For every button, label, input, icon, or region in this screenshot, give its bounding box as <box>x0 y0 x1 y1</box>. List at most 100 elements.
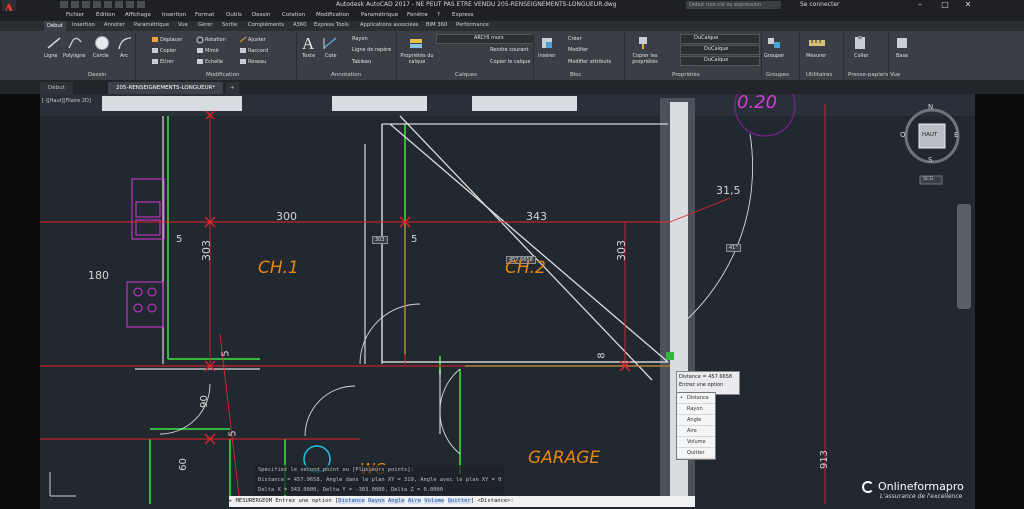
new-tab-icon[interactable]: + <box>226 82 239 94</box>
tab-sortie[interactable]: Sortie <box>222 22 237 28</box>
viewcube-face[interactable]: HAUT <box>922 132 937 138</box>
polyline-label[interactable]: Polyligne <box>63 53 85 59</box>
print-icon[interactable] <box>104 1 112 8</box>
dimension-label[interactable]: Cote <box>325 53 337 59</box>
tab-debut[interactable]: Début <box>44 21 66 31</box>
panel-title-groupes[interactable]: Groupes <box>766 72 789 78</box>
panel-title-vue[interactable]: Vue <box>890 72 900 78</box>
tab-performance[interactable]: Performance <box>456 22 489 28</box>
save-icon[interactable] <box>82 1 90 8</box>
tab-parametrique[interactable]: Paramétrique <box>134 22 169 28</box>
redo-icon[interactable] <box>126 1 134 8</box>
menu-parametrique[interactable]: Paramétrique <box>361 12 398 18</box>
paste-icon[interactable] <box>853 35 867 51</box>
scale-label[interactable]: Echelle <box>205 59 223 65</box>
match-properties-icon[interactable] <box>636 36 650 50</box>
text-label[interactable]: Texte <box>302 53 315 59</box>
arc-label[interactable]: Arc <box>120 53 128 59</box>
undo-icon[interactable] <box>115 1 123 8</box>
text-icon[interactable]: A <box>302 34 314 54</box>
menu-fenetre[interactable]: Fenêtre <box>407 12 428 18</box>
line-icon[interactable] <box>46 36 62 50</box>
trim-label[interactable]: Ajuster <box>248 37 266 43</box>
arc-icon[interactable] <box>117 36 133 50</box>
tab-express-tools[interactable]: Express Tools <box>314 22 349 28</box>
layer-properties-icon[interactable] <box>408 35 424 51</box>
measure-icon[interactable] <box>808 37 826 49</box>
dimension-icon[interactable] <box>323 36 337 50</box>
color-dropdown[interactable] <box>680 34 760 44</box>
match-properties-label[interactable]: Copier les propriétés <box>627 53 663 65</box>
circle-icon[interactable] <box>94 35 110 51</box>
polyline-icon[interactable] <box>67 36 83 50</box>
leader-label[interactable]: Ligne de repère <box>352 47 391 53</box>
base-view-label[interactable]: Base <box>896 53 908 59</box>
saveas-icon[interactable] <box>93 1 101 8</box>
menu-fichier[interactable]: Fichier <box>66 12 84 18</box>
option-aire[interactable]: Aire <box>677 426 715 437</box>
tab-bim360[interactable]: BIM 360 <box>426 22 447 28</box>
floor-plan-drawing[interactable] <box>40 94 975 509</box>
array-label[interactable]: Réseau <box>248 59 266 65</box>
rotate-label[interactable]: Rotation <box>205 37 226 43</box>
menu-modification[interactable]: Modification <box>316 12 350 18</box>
menu-outils[interactable]: Outils <box>226 12 242 18</box>
insert-block-icon[interactable] <box>540 36 554 50</box>
menu-format[interactable]: Format <box>195 12 214 18</box>
viewcube-south[interactable]: S <box>928 156 932 164</box>
menu-cotation[interactable]: Cotation <box>282 12 305 18</box>
menu-edition[interactable]: Edition <box>96 12 115 18</box>
table-label[interactable]: Tableau <box>352 59 371 65</box>
paste-label[interactable]: Coller <box>854 53 868 59</box>
viewcube-east[interactable]: E <box>954 131 958 139</box>
minimize-icon[interactable]: – <box>910 0 930 11</box>
cmd-option-quitter[interactable]: Quitter <box>447 498 471 504</box>
panel-title-presse-papiers[interactable]: Presse-papiers <box>848 72 888 78</box>
move-label[interactable]: Déplacer <box>160 37 182 43</box>
mirror-label[interactable]: Miroir <box>205 48 219 54</box>
navigation-bar[interactable] <box>957 204 971 309</box>
grip[interactable] <box>666 352 674 360</box>
tab-insertion[interactable]: Insertion <box>72 22 95 28</box>
tab-applications-associees[interactable]: Applications associées <box>360 22 418 28</box>
option-angle[interactable]: Angle <box>677 415 715 426</box>
cmd-option-aire[interactable]: Aire <box>407 498 422 504</box>
panel-title-modification[interactable]: Modification <box>206 72 240 78</box>
workspace-icon[interactable] <box>137 1 145 8</box>
open-icon[interactable] <box>71 1 79 8</box>
menu-affichage[interactable]: Affichage <box>125 12 151 18</box>
option-rayon[interactable]: Rayon <box>677 404 715 415</box>
panel-title-calques[interactable]: Calques <box>455 72 477 78</box>
drawing-canvas[interactable]: 300 343 31,5 180 303 303 5 5 5 5 8 90 60… <box>40 94 975 509</box>
maximize-icon[interactable]: □ <box>935 0 955 11</box>
tab-complements[interactable]: Compléments <box>248 22 284 28</box>
viewcube-wcs[interactable]: SCG <box>923 176 934 182</box>
group-label[interactable]: Grouper <box>764 53 784 59</box>
option-distance[interactable]: Distance <box>677 393 715 404</box>
copy-label[interactable]: Copier <box>160 48 176 54</box>
tab-a360[interactable]: A360 <box>293 22 306 28</box>
command-line[interactable]: ▸ MESURERGEOM Entrez une option [Distanc… <box>229 496 695 507</box>
close-icon[interactable]: ✕ <box>958 0 978 11</box>
viewcube-north[interactable]: N <box>928 103 933 111</box>
tab-start[interactable]: Début <box>40 82 73 94</box>
group-icon[interactable] <box>766 36 782 50</box>
menu-insertion[interactable]: Insertion <box>162 12 186 18</box>
edit-block-label[interactable]: Modifier <box>568 47 588 53</box>
measure-label[interactable]: Mesurer <box>806 53 826 59</box>
panel-title-dessin[interactable]: Dessin <box>88 72 106 78</box>
line-label[interactable]: Ligne <box>44 53 58 59</box>
cmd-option-rayon[interactable]: Rayon <box>368 498 385 504</box>
cmd-option-distance[interactable]: Distance <box>338 498 365 504</box>
cmd-option-volume[interactable]: Volume <box>424 498 445 504</box>
option-volume[interactable]: Volume <box>677 437 715 448</box>
option-quitter[interactable]: Quitter <box>677 448 715 459</box>
circle-label[interactable]: Cercle <box>93 53 109 59</box>
radius-label[interactable]: Rayon <box>352 36 368 42</box>
set-current-label[interactable]: Rendre courant <box>490 47 529 53</box>
base-view-icon[interactable] <box>895 36 909 50</box>
tab-drawing[interactable]: 205-RENSEIGNEMENTS-LONGUEUR* <box>108 82 224 94</box>
new-icon[interactable] <box>60 1 68 8</box>
fillet-label[interactable]: Raccord <box>248 48 268 54</box>
viewport-controls[interactable]: [-][Haut][Filaire 2D] <box>42 98 91 104</box>
